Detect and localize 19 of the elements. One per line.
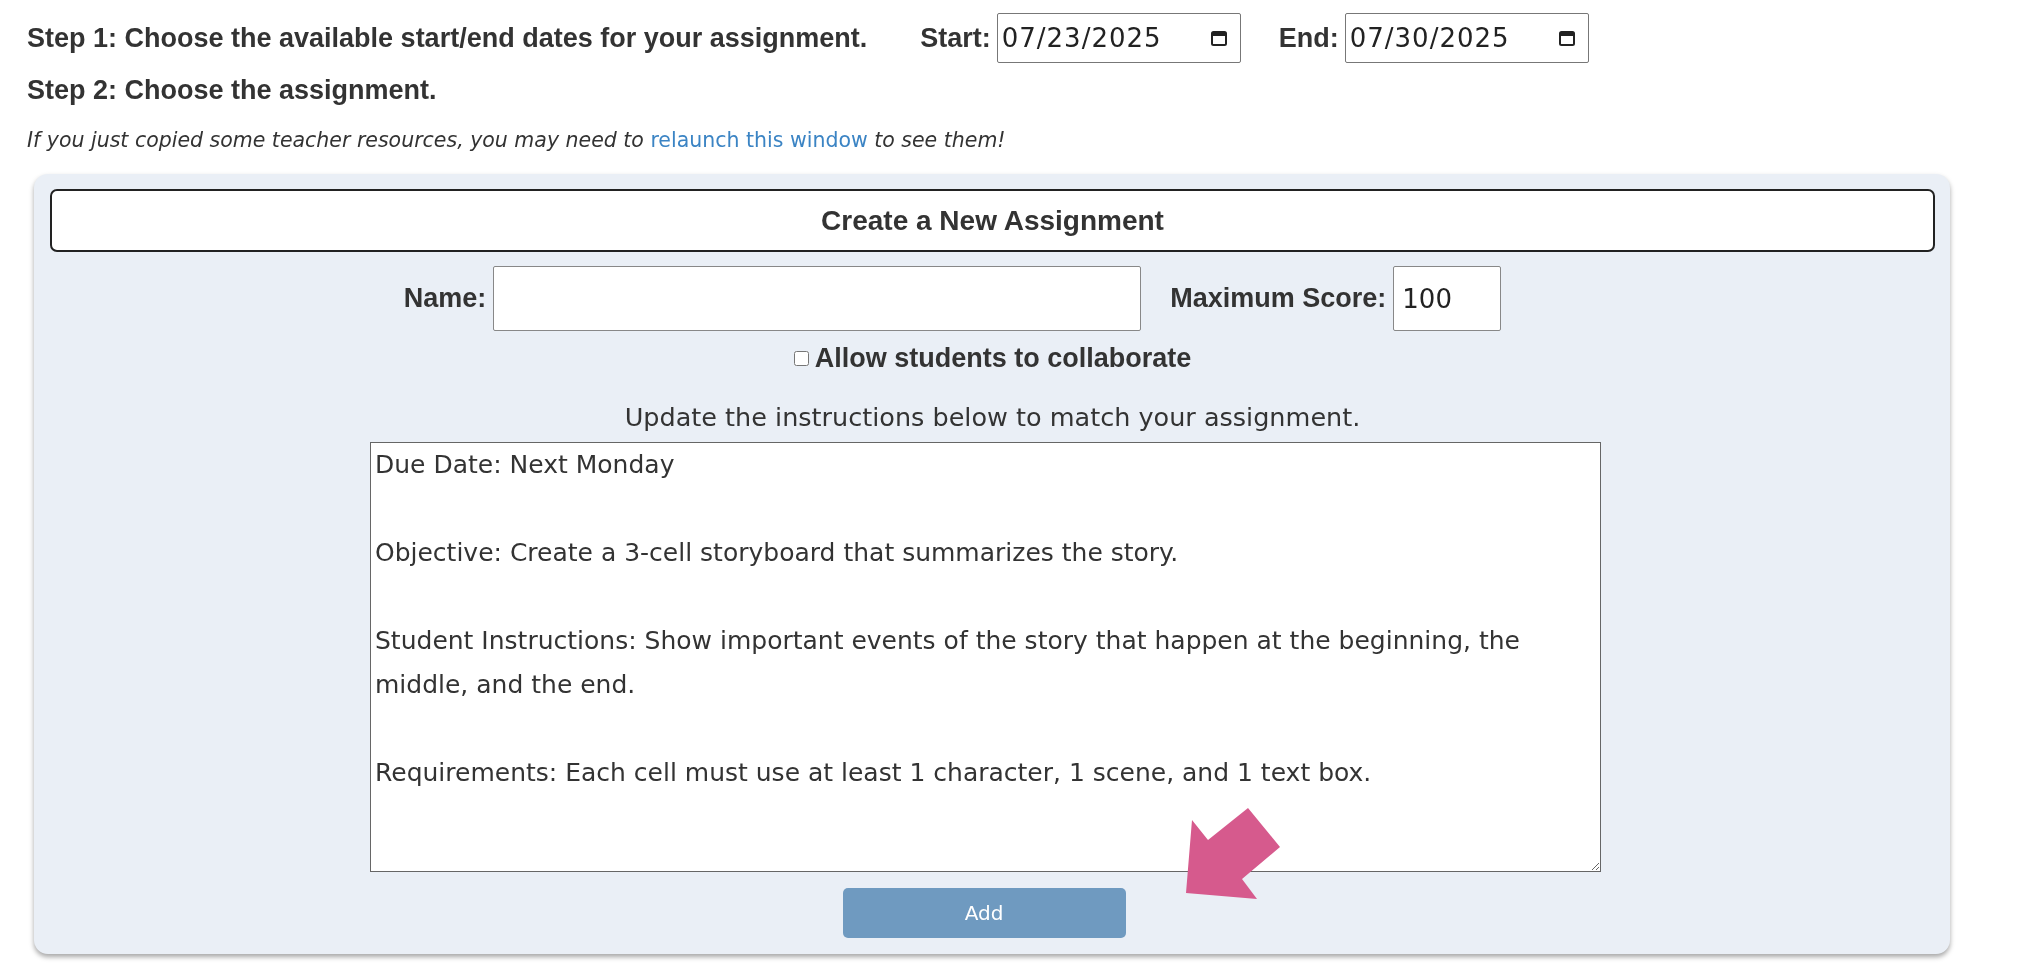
calendar-icon[interactable]	[1557, 29, 1576, 47]
collaborate-label: Allow students to collaborate	[814, 343, 1192, 374]
end-label: End:	[1278, 22, 1339, 54]
name-label: Name:	[403, 283, 487, 314]
start-label: Start:	[920, 22, 991, 54]
maximum-score-label: Maximum Score:	[1170, 283, 1387, 314]
instructions-field[interactable]: Due Date: Next Monday Objective: Create a 3-cell storyboard that summarizes the story. Student Instructions: Show important events of the story that happen at the beginning, the middle, and the end. Requirements: Each cell must use at least 1 character, 1 scene, and 1 text box.	[370, 442, 1601, 872]
calendar-icon[interactable]	[1209, 29, 1228, 47]
end-date-field[interactable]: 07/30/2025	[1344, 13, 1589, 63]
start-date-field[interactable]: 07/23/2025	[996, 13, 1241, 63]
relaunch-link[interactable]: relaunch this window	[650, 128, 868, 152]
name-field[interactable]	[493, 266, 1142, 331]
step-one-label: Step 1: Choose the available start/end dates for your assignment.	[27, 22, 868, 54]
maximum-score-field[interactable]: 100	[1393, 266, 1502, 331]
instructions-hint: Update the instructions below to match your assignment.	[624, 402, 1361, 432]
step-two-label: Step 2: Choose the assignment.	[27, 75, 438, 106]
collaborate-checkbox[interactable]	[793, 351, 809, 366]
card-header: Create a New Assignment	[50, 189, 1935, 252]
notice-text: If you just copied some teacher resources, you may need to relaunch this window to see them!	[27, 128, 1007, 152]
